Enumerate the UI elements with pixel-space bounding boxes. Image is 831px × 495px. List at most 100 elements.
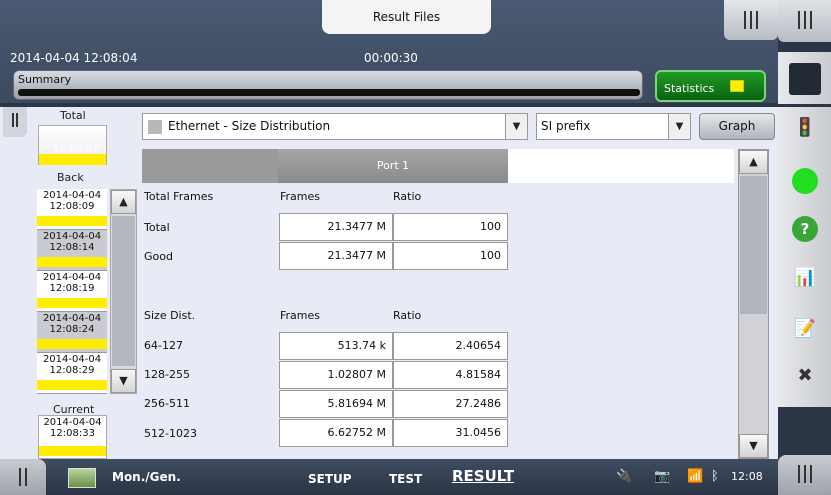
bluetooth-icon: ᛒ	[711, 469, 719, 484]
history-item-status-bar	[37, 257, 107, 267]
sidebar-handle[interactable]	[778, 0, 831, 42]
camera-icon[interactable]: 📷	[654, 469, 670, 484]
history-item-date: 2014-04-04	[42, 190, 102, 201]
result-files-tab[interactable]: Result Files	[322, 0, 491, 34]
clock: 12:08	[731, 470, 763, 483]
history-item[interactable]: 2014-04-04 12:08:14	[37, 230, 107, 271]
test-type-select[interactable]: Ethernet - Size Distribution ▼	[142, 113, 528, 140]
tab-setup[interactable]: SETUP	[308, 472, 352, 486]
table-header-empty	[508, 149, 734, 183]
help-icon[interactable]: ?	[792, 216, 818, 242]
graph-button[interactable]: Graph	[699, 113, 775, 140]
traffic-light-icon[interactable]: 🚦	[791, 114, 819, 142]
table-scroll-down-button[interactable]: ▼	[739, 434, 768, 458]
prefix-value: SI prefix	[541, 119, 591, 133]
history-scroll-down-button[interactable]: ▼	[111, 369, 136, 393]
prefix-select[interactable]: SI prefix ▼	[536, 113, 691, 140]
test-type-value: Ethernet - Size Distribution	[168, 119, 331, 133]
current-datetime: 2014-04-04 12:08:04	[10, 51, 138, 65]
ratio-cell: 4.81584	[393, 361, 508, 389]
history-item-date: 2014-04-04	[42, 231, 102, 242]
statistics-button[interactable]: Statistics	[655, 70, 766, 102]
history-item-status-bar	[37, 216, 107, 226]
table-scrollbar[interactable]: ▲ ▼	[738, 149, 769, 459]
total-label: Total	[60, 109, 86, 122]
ratio-cell: 100	[393, 242, 508, 270]
ratio-cell: 31.0456	[393, 419, 508, 447]
history-scrollbar[interactable]: ▲ ▼	[110, 189, 137, 394]
chevron-down-icon[interactable]: ▼	[505, 114, 527, 139]
history-scroll-thumb[interactable]	[112, 216, 135, 366]
row-label: 256-511	[144, 397, 190, 410]
history-scroll-up-button[interactable]: ▲	[111, 190, 136, 214]
summary-bar[interactable]: Summary	[13, 70, 643, 112]
dark-square-button[interactable]	[789, 63, 821, 95]
current-history-item[interactable]: 2014-04-04 12:08:33	[38, 415, 107, 459]
tools-icon[interactable]: ✖	[791, 362, 819, 390]
statistics-indicator-icon	[730, 80, 744, 92]
history-item-time: 12:08:29	[49, 365, 95, 376]
ratio-cell: 100	[393, 213, 508, 241]
current-date: 2014-04-04	[43, 417, 102, 428]
elapsed-time: 00:00:30	[364, 51, 418, 65]
column-header-frames: Frames	[280, 309, 321, 322]
history-item-date: 2014-04-04	[42, 354, 102, 365]
report-icon[interactable]: 📊	[791, 264, 819, 292]
top-panel-handle[interactable]	[724, 0, 778, 40]
row-label: Total	[144, 221, 170, 234]
history-item-status-bar	[37, 339, 107, 349]
row-label: 512-1023	[144, 427, 197, 440]
history-item-time: 12:08:24	[49, 324, 95, 335]
back-label: Back	[57, 171, 84, 184]
total-status-bar	[39, 154, 106, 165]
summary-timeline	[18, 89, 640, 112]
history-item-status-bar	[37, 298, 107, 308]
chevron-down-icon[interactable]: ▼	[668, 114, 690, 139]
history-item-time: 12:08:19	[49, 283, 95, 294]
frames-cell: 5.81694 M	[279, 390, 393, 418]
statistics-label: Statistics	[664, 82, 715, 95]
triangle-up-icon: ▲	[749, 155, 758, 168]
frames-cell: 21.3477 M	[279, 213, 393, 241]
mon-gen-icon[interactable]	[68, 468, 96, 488]
status-led-icon	[792, 168, 818, 194]
history-item[interactable]: 2014-04-04 12:08:24	[37, 312, 107, 353]
frames-cell: 513.74 k	[279, 332, 393, 360]
column-header-ratio: Ratio	[393, 190, 422, 203]
column-header-ratio: Ratio	[393, 309, 422, 322]
triangle-down-icon: ▼	[749, 439, 758, 452]
table-scroll-up-button[interactable]: ▲	[739, 150, 768, 174]
edit-notes-icon[interactable]: 📝	[791, 315, 819, 343]
bottom-left-handle[interactable]	[0, 459, 46, 495]
triangle-down-icon: ▼	[119, 374, 128, 387]
table-header-blank	[142, 149, 278, 183]
current-status-bar	[39, 446, 106, 456]
history-item[interactable]: 2014-04-04 12:08:09	[37, 189, 107, 230]
section-label: Total Frames	[144, 190, 214, 203]
current-time: 12:08:33	[50, 428, 95, 439]
frames-cell: 6.62752 M	[279, 419, 393, 447]
history-item-time: 12:08:09	[49, 201, 95, 212]
column-header-frames: Frames	[280, 190, 321, 203]
mon-gen-label[interactable]: Mon./Gen.	[112, 470, 181, 484]
bottom-right-handle[interactable]	[778, 455, 831, 495]
frames-cell: 1.02807 M	[279, 361, 393, 389]
row-label: 128-255	[144, 368, 190, 381]
tab-test[interactable]: TEST	[389, 472, 422, 486]
results-table: Port 1 Total Frames Frames Ratio Total 2…	[142, 149, 734, 459]
tab-result[interactable]: RESULT	[452, 467, 514, 485]
history-item-time: 12:08:14	[49, 242, 95, 253]
history-panel-handle[interactable]	[3, 107, 27, 137]
row-label: 64-127	[144, 339, 183, 352]
history-item[interactable]: 2014-04-04 12:08:29	[37, 353, 107, 394]
history-list: 2014-04-04 12:08:09 2014-04-04 12:08:14 …	[37, 189, 107, 394]
wifi-off-icon: 📶	[687, 469, 704, 484]
total-history-item[interactable]: 12:08:04	[38, 125, 107, 165]
main-panel: Total 12:08:04 Back 2014-04-04 12:08:09 …	[0, 107, 778, 459]
test-type-icon	[148, 120, 162, 134]
frames-cell: 21.3477 M	[279, 242, 393, 270]
table-scroll-thumb[interactable]	[740, 176, 767, 314]
history-item-date: 2014-04-04	[42, 272, 102, 283]
history-item[interactable]: 2014-04-04 12:08:19	[37, 271, 107, 312]
triangle-up-icon: ▲	[119, 195, 128, 208]
